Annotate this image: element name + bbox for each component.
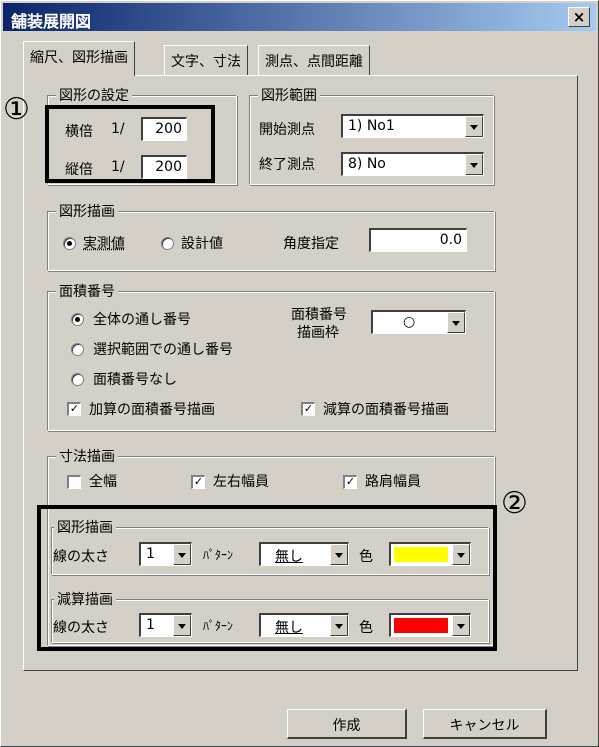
annotation-box-2 xyxy=(37,505,497,651)
sub-area-label: 減算の面積番号描画 xyxy=(323,402,449,418)
design-label: 設計値 xyxy=(181,236,223,252)
cancel-button[interactable]: キャンセル xyxy=(423,709,547,739)
full-width-label: 全幅 xyxy=(89,474,117,490)
end-station-select[interactable]: 8) No xyxy=(341,152,484,176)
add-area-label: 加算の面積番号描画 xyxy=(89,402,215,418)
window-title: 舗装展開図 xyxy=(11,12,92,31)
annotation-marker-1: ① xyxy=(3,92,30,127)
dialog-window: 舗装展開図 × 縮尺、図形描画 文字、寸法 測点、点間距離 図形の設定 横倍 1… xyxy=(0,0,599,747)
tab-text-dimension[interactable]: 文字、寸法 xyxy=(164,45,248,75)
measured-label: 実測値 xyxy=(83,236,125,252)
sub-area-checkbox[interactable]: ✓ xyxy=(301,402,315,416)
chevron-down-icon[interactable] xyxy=(447,312,465,333)
lr-width-checkbox[interactable]: ✓ xyxy=(191,475,205,489)
dimension-group-legend: 寸法描画 xyxy=(56,446,118,466)
range-group-legend: 図形範囲 xyxy=(258,85,320,105)
frame-value: ○ xyxy=(403,314,416,330)
chevron-down-icon[interactable] xyxy=(465,154,483,175)
close-button[interactable]: × xyxy=(568,7,590,27)
create-button[interactable]: 作成 xyxy=(287,709,407,739)
shoulder-width-checkbox[interactable]: ✓ xyxy=(343,475,357,489)
add-area-checkbox[interactable]: ✓ xyxy=(67,402,81,416)
start-station-label: 開始測点 xyxy=(259,122,315,138)
area-none-label: 面積番号なし xyxy=(93,372,177,388)
tab-station-distance[interactable]: 測点、点間距離 xyxy=(258,45,370,75)
area-range-radio[interactable] xyxy=(71,343,84,356)
angle-label: 角度指定 xyxy=(283,236,339,252)
full-width-checkbox[interactable] xyxy=(67,475,81,489)
area-range-label: 選択範囲での通し番号 xyxy=(93,342,233,358)
shoulder-width-label: 路肩幅員 xyxy=(365,474,421,490)
area-none-radio[interactable] xyxy=(71,373,84,386)
chevron-down-icon[interactable] xyxy=(465,116,483,137)
annotation-box-1 xyxy=(45,105,215,183)
annotation-marker-2: ② xyxy=(501,486,528,521)
design-radio[interactable] xyxy=(161,237,174,250)
title-bar: 舗装展開図 × xyxy=(3,3,596,31)
start-station-value: 1) No1 xyxy=(348,118,395,134)
end-station-value: 8) No xyxy=(348,156,386,172)
area-all-label: 全体の通し番号 xyxy=(93,312,191,328)
angle-input[interactable]: 0.0 xyxy=(369,228,467,252)
frame-label-line2: 描画枠 xyxy=(297,325,339,341)
lr-width-label: 左右幅員 xyxy=(213,474,269,490)
scale-group-legend: 図形の設定 xyxy=(56,85,132,105)
area-number-group-legend: 面積番号 xyxy=(56,281,118,301)
draw-group-legend: 図形描画 xyxy=(56,201,118,221)
frame-select[interactable]: ○ xyxy=(371,310,466,334)
area-all-radio[interactable] xyxy=(71,313,84,326)
end-station-label: 終了測点 xyxy=(259,157,315,173)
measured-radio[interactable] xyxy=(63,237,76,250)
frame-label-line1: 面積番号 xyxy=(291,307,347,323)
tab-scale-drawing[interactable]: 縮尺、図形描画 xyxy=(23,41,135,76)
start-station-select[interactable]: 1) No1 xyxy=(341,114,484,138)
